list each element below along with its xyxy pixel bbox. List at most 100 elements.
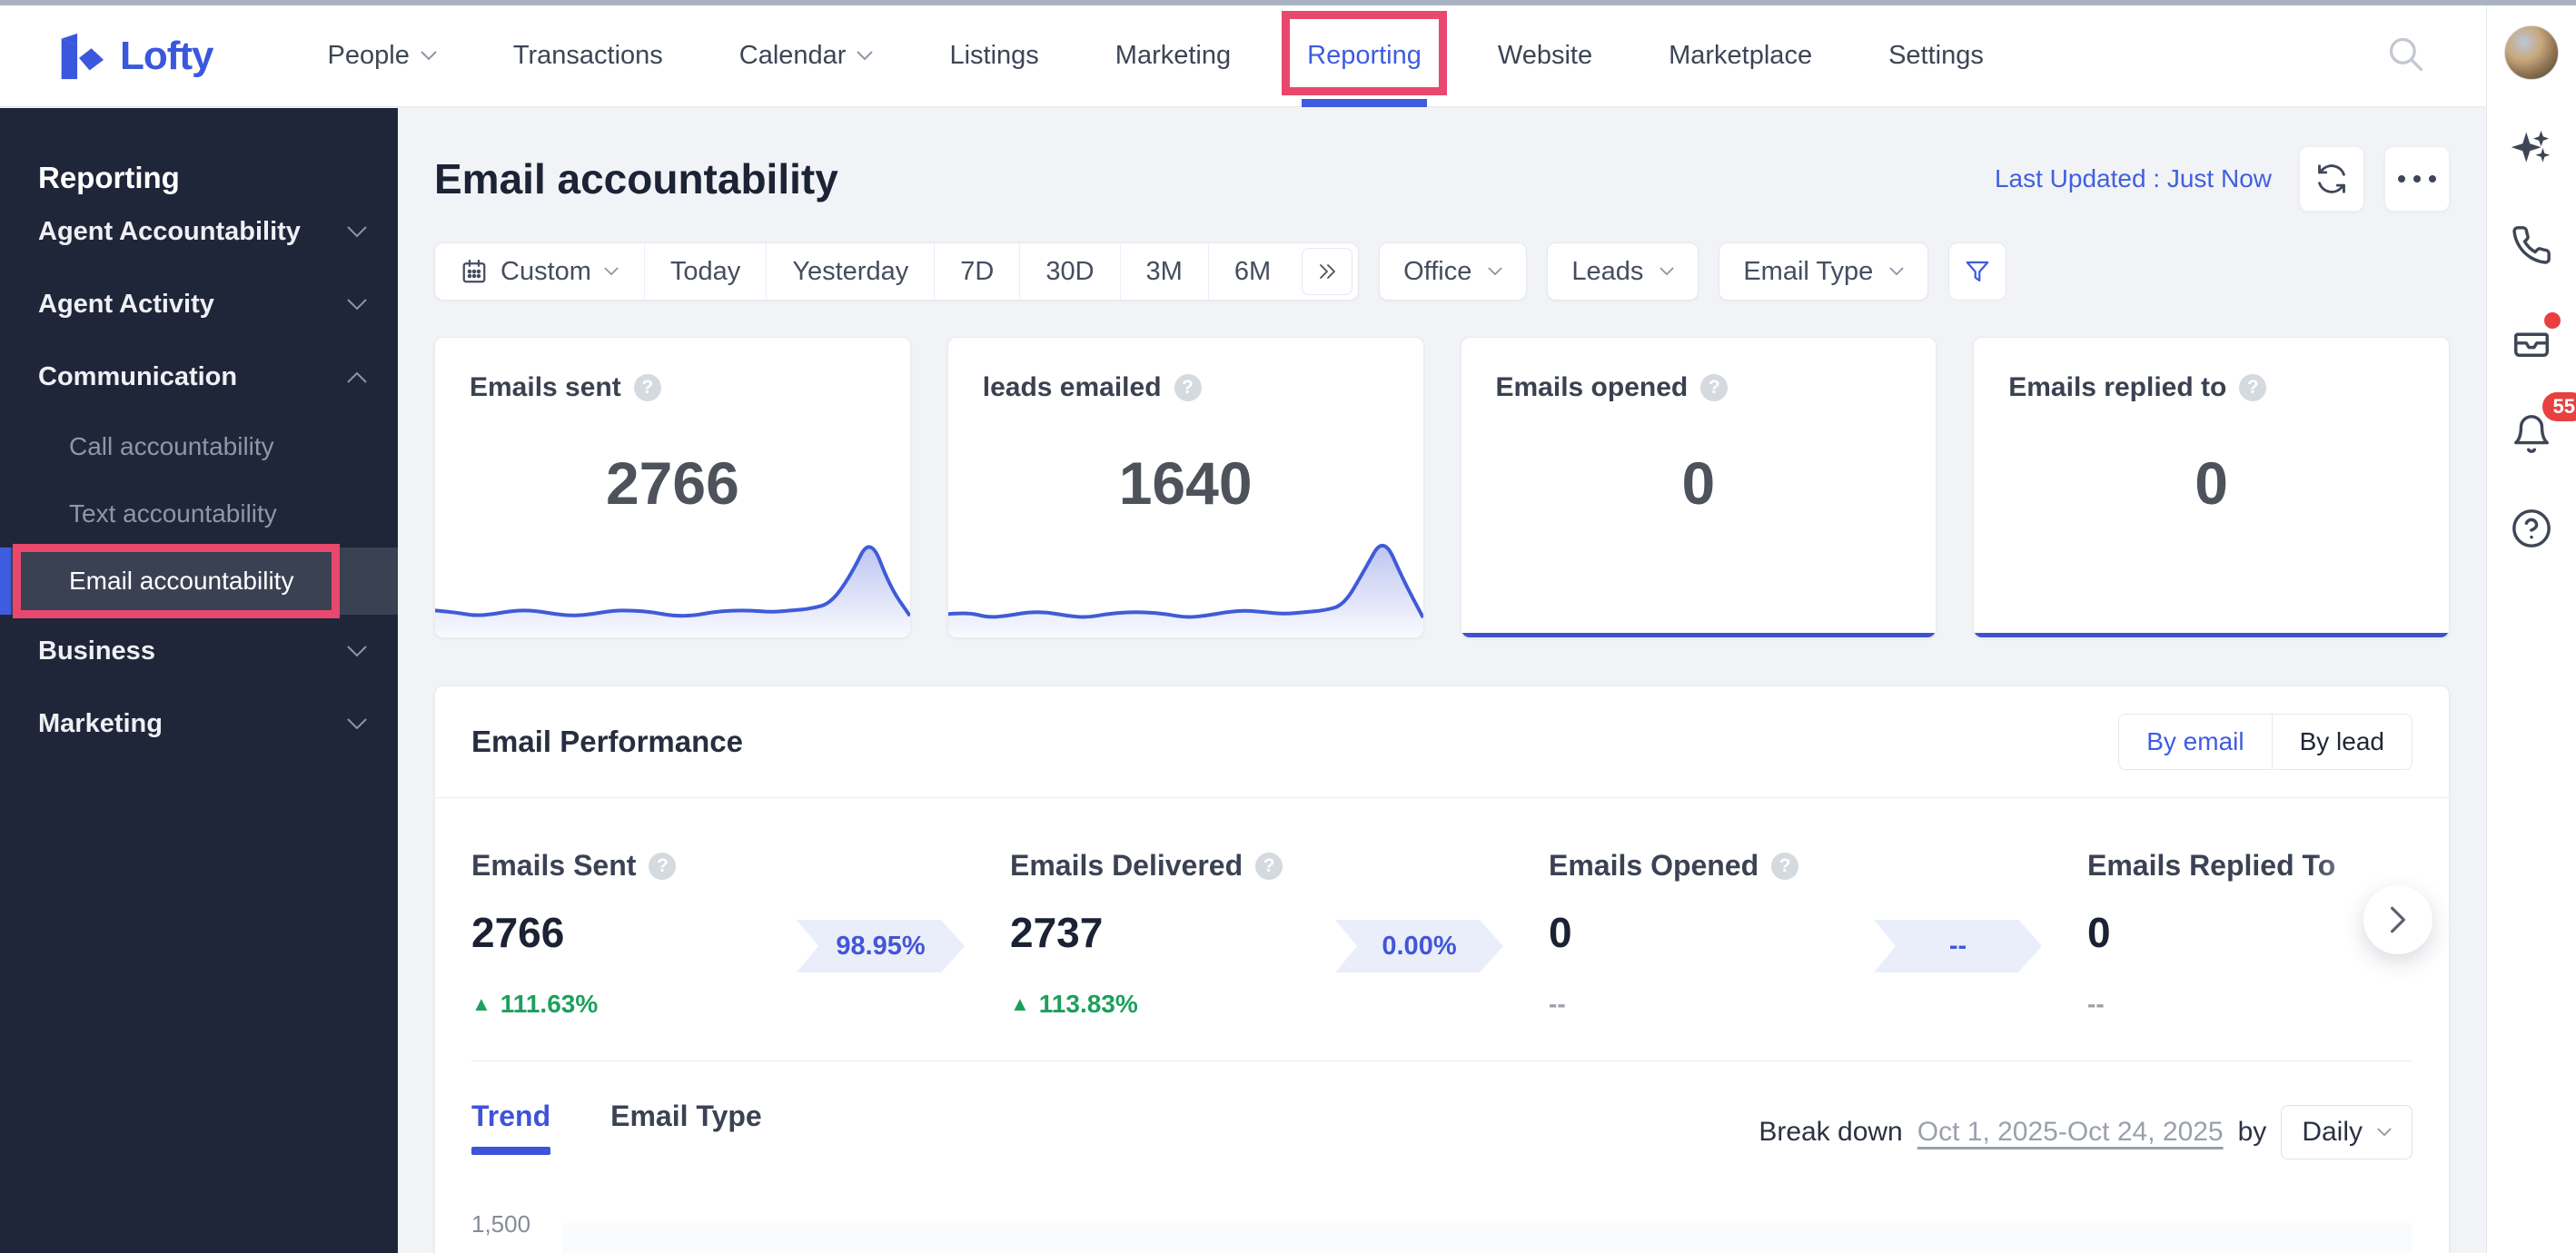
help-tooltip-icon[interactable]: ? bbox=[1174, 374, 1202, 401]
metric-change: -- bbox=[2087, 990, 2105, 1018]
date-custom-button[interactable]: Custom bbox=[435, 243, 644, 300]
main-content: Email accountability Last Updated : Just… bbox=[398, 108, 2486, 1253]
interval-dropdown[interactable]: Daily bbox=[2281, 1105, 2413, 1159]
chevron-down-icon bbox=[1889, 267, 1905, 276]
help-icon[interactable] bbox=[2508, 505, 2555, 552]
more-date-presets-button[interactable] bbox=[1302, 248, 1353, 295]
tab-trend[interactable]: Trend bbox=[471, 1100, 551, 1155]
nav-item-settings[interactable]: Settings bbox=[1850, 5, 2022, 106]
nav-item-transactions[interactable]: Transactions bbox=[475, 5, 701, 106]
app-screen: Lofty People Transactions Calendar Listi… bbox=[0, 0, 2576, 1253]
help-tooltip-icon[interactable]: ? bbox=[1771, 852, 1799, 880]
metric-change: ▲ 113.83% bbox=[1010, 990, 1138, 1018]
sidebar-item-email-accountability[interactable]: Email accountability bbox=[0, 544, 398, 618]
metric-emails-opened: Emails Opened? 0 -- bbox=[1549, 849, 1874, 1019]
y-axis-tick: 1,500 bbox=[471, 1210, 531, 1238]
stat-card-leads-emailed: leads emailed? 1640 bbox=[946, 337, 1424, 638]
nav-item-calendar[interactable]: Calendar bbox=[701, 5, 912, 106]
metric-emails-replied-to: Emails Replied To 0 -- bbox=[2087, 845, 2422, 1019]
nav-item-marketplace[interactable]: Marketplace bbox=[1630, 5, 1850, 106]
stat-card-value: 0 bbox=[1681, 449, 1716, 517]
lofty-logo[interactable]: Lofty bbox=[53, 30, 214, 83]
nav-item-listings[interactable]: Listings bbox=[911, 5, 1076, 106]
toggle-by-lead[interactable]: By lead bbox=[2271, 715, 2412, 769]
primary-nav: People Transactions Calendar Listings Ma… bbox=[290, 5, 2022, 107]
date-preset-6m[interactable]: 6M bbox=[1207, 243, 1296, 300]
chart-plot-band bbox=[562, 1223, 2413, 1253]
date-preset-today[interactable]: Today bbox=[643, 243, 766, 300]
help-tooltip-icon[interactable]: ? bbox=[633, 374, 661, 401]
conversion-rate-badge: -- bbox=[1874, 920, 2042, 972]
ai-assistant-icon[interactable] bbox=[2508, 127, 2555, 174]
chevron-down-icon bbox=[347, 225, 367, 237]
sidebar-item-text-accountability[interactable]: Text accountability bbox=[0, 480, 398, 548]
toggle-by-email[interactable]: By email bbox=[2119, 715, 2271, 769]
nav-item-website[interactable]: Website bbox=[1460, 5, 1630, 106]
emails-sent-sparkline bbox=[435, 545, 910, 637]
metric-emails-sent: Emails Sent? 2766 ▲ 111.63% bbox=[471, 849, 797, 1019]
nav-item-reporting[interactable]: Reporting bbox=[1269, 5, 1460, 107]
performance-funnel-row: Emails Sent? 2766 ▲ 111.63% 98.95% Emails… bbox=[435, 798, 2449, 1019]
phone-icon[interactable] bbox=[2508, 222, 2555, 269]
more-options-button[interactable] bbox=[2384, 146, 2450, 212]
nav-item-marketing[interactable]: Marketing bbox=[1077, 5, 1269, 106]
reporting-sidebar: Reporting Agent Accountability Agent Act… bbox=[0, 108, 398, 1253]
help-tooltip-icon[interactable]: ? bbox=[649, 852, 677, 880]
date-preset-3m[interactable]: 3M bbox=[1119, 243, 1208, 300]
sidebar-item-call-accountability[interactable]: Call accountability bbox=[0, 413, 398, 480]
metric-emails-delivered: Emails Delivered? 2737 ▲ 113.83% bbox=[1010, 849, 1335, 1019]
chevron-down-icon bbox=[857, 51, 874, 61]
trend-up-icon: ▲ bbox=[471, 992, 491, 1015]
stat-card-emails-replied-to: Emails replied to? 0 bbox=[1973, 337, 2450, 638]
stat-card-label: Emails opened bbox=[1495, 372, 1689, 402]
user-avatar[interactable] bbox=[2504, 25, 2559, 80]
page-header: Email accountability Last Updated : Just… bbox=[434, 146, 2450, 212]
nav-item-people[interactable]: People bbox=[290, 5, 475, 106]
metric-change: -- bbox=[1549, 990, 1566, 1018]
advanced-filter-button[interactable] bbox=[1948, 242, 2007, 301]
refresh-button[interactable] bbox=[2299, 146, 2364, 212]
active-item-indicator bbox=[0, 548, 11, 615]
help-tooltip-icon[interactable]: ? bbox=[1700, 374, 1729, 401]
lofty-logo-icon bbox=[61, 33, 104, 79]
chevron-up-icon bbox=[347, 371, 367, 383]
stat-card-value: 1640 bbox=[1118, 449, 1253, 517]
chevron-down-icon bbox=[347, 298, 367, 310]
help-tooltip-icon[interactable]: ? bbox=[1255, 852, 1283, 880]
leads-filter-dropdown[interactable]: Leads bbox=[1547, 242, 1699, 301]
conversion-rate-badge: 98.95% bbox=[797, 920, 965, 972]
sidebar-group-marketing[interactable]: Marketing bbox=[38, 687, 367, 760]
right-utility-rail: 55 bbox=[2486, 5, 2576, 1253]
date-range-link[interactable]: Oct 1, 2025-Oct 24, 2025 bbox=[1917, 1117, 2224, 1148]
help-tooltip-icon[interactable]: ? bbox=[2239, 374, 2267, 401]
emails-opened-sparkline bbox=[1461, 633, 1937, 637]
date-preset-yesterday[interactable]: Yesterday bbox=[766, 243, 934, 300]
inbox-icon[interactable] bbox=[2508, 312, 2561, 363]
filter-funnel-icon bbox=[1966, 261, 1989, 282]
stat-card-emails-sent: Emails sent? 2766 bbox=[434, 337, 911, 638]
active-tab-underline bbox=[471, 1147, 551, 1155]
sidebar-group-agent-activity[interactable]: Agent Activity bbox=[38, 268, 367, 340]
sidebar-group-agent-accountability[interactable]: Agent Accountability bbox=[38, 195, 367, 268]
date-preset-7d[interactable]: 7D bbox=[934, 243, 1019, 300]
notifications-bell-icon[interactable]: 55 bbox=[2508, 392, 2576, 458]
trend-up-icon: ▲ bbox=[1010, 992, 1030, 1015]
chevron-down-icon bbox=[1660, 267, 1675, 276]
search-icon[interactable] bbox=[2386, 35, 2426, 79]
chevron-down-icon bbox=[2377, 1128, 2392, 1137]
metric-value: 2737 bbox=[1010, 909, 1104, 956]
sidebar-group-communication[interactable]: Communication bbox=[38, 340, 367, 413]
date-preset-30d[interactable]: 30D bbox=[1019, 243, 1119, 300]
chevron-right-icon bbox=[2391, 906, 2405, 933]
office-filter-dropdown[interactable]: Office bbox=[1379, 242, 1528, 301]
scroll-metrics-right-button[interactable] bbox=[2363, 885, 2432, 954]
stat-card-value: 2766 bbox=[605, 449, 739, 517]
sidebar-group-business[interactable]: Business bbox=[38, 615, 367, 687]
chevron-down-icon bbox=[421, 51, 437, 61]
stat-card-label: Emails sent bbox=[470, 372, 621, 402]
double-chevron-right-icon bbox=[1320, 264, 1336, 279]
email-type-filter-dropdown[interactable]: Email Type bbox=[1719, 242, 1929, 301]
tab-email-type[interactable]: Email Type bbox=[610, 1100, 762, 1155]
stat-card-emails-opened: Emails opened? 0 bbox=[1460, 337, 1937, 638]
metric-change: ▲ 111.63% bbox=[471, 990, 599, 1018]
